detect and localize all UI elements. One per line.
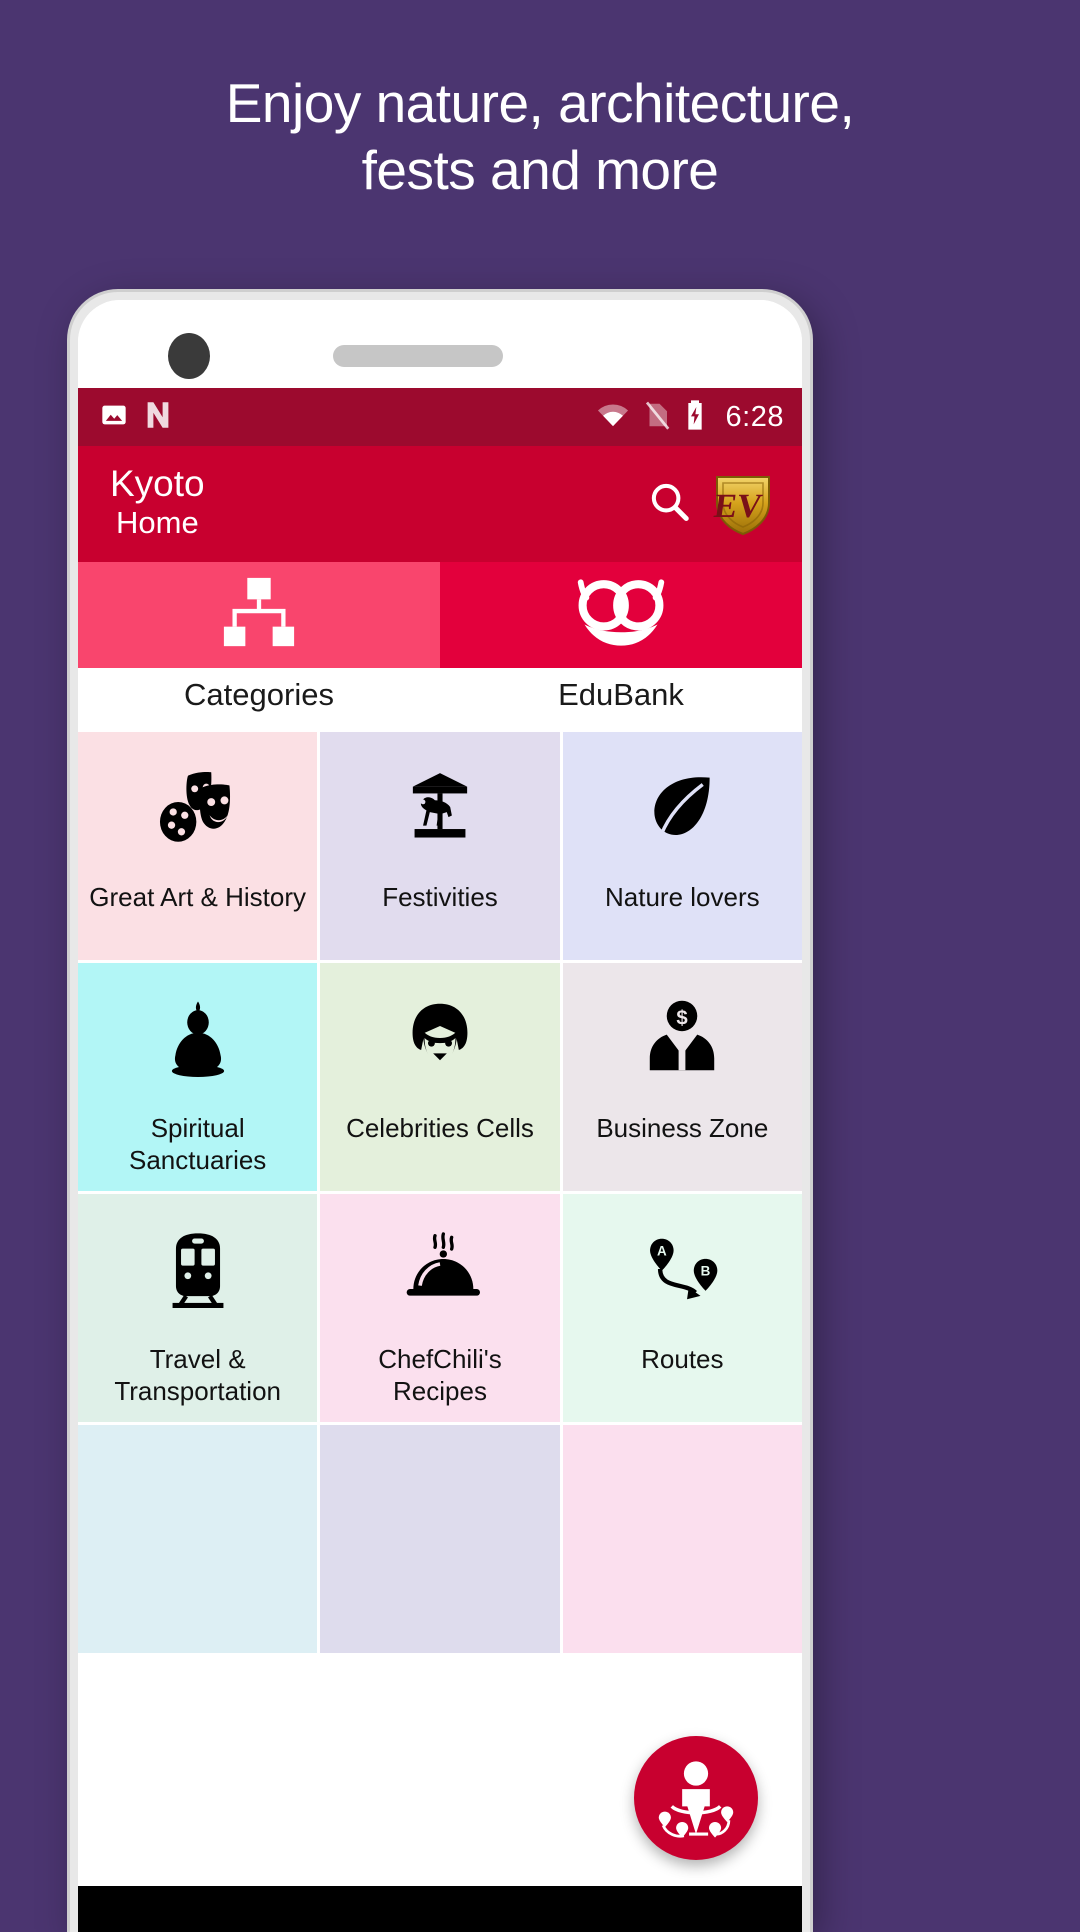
svg-text:A: A [657, 1244, 667, 1259]
app-screen: 6:28 Kyoto Home EV Categories EduBank Gr… [78, 388, 802, 1932]
search-button[interactable] [632, 467, 706, 541]
app-bar-titles: Kyoto Home [110, 463, 632, 543]
category-tile-routes[interactable]: A B Routes [562, 1194, 802, 1422]
category-tile-partial-3[interactable] [562, 1425, 802, 1653]
category-tile-travel-transportation[interactable]: Travel & Transportation [78, 1194, 318, 1422]
svg-text:$: $ [677, 1007, 689, 1029]
app-logo-button[interactable]: EV [706, 467, 780, 541]
train-icon [78, 1194, 317, 1344]
svg-text:EV: EV [712, 488, 765, 525]
nova-launcher-icon [144, 400, 172, 435]
category-label: Great Art & History [89, 882, 307, 912]
category-label: ChefChili's Recipes [378, 1344, 502, 1406]
food-dome-icon [320, 1194, 559, 1344]
carousel-icon [320, 732, 559, 882]
category-label: Celebrities Cells [346, 1113, 534, 1143]
battery-charging-icon [684, 399, 706, 436]
leaf-icon [563, 732, 802, 882]
category-tile-celebrities-cells[interactable]: Celebrities Cells [320, 963, 560, 1191]
app-bar-title: Kyoto [110, 463, 205, 505]
android-navigation-bar [78, 1886, 802, 1932]
category-label: Travel & Transportation [114, 1344, 281, 1406]
category-tile-partial-1[interactable] [78, 1425, 318, 1653]
category-label: Festivities [382, 882, 498, 912]
businessman-dollar-icon: $ [563, 963, 802, 1113]
wifi-icon [596, 401, 630, 434]
category-label: Spiritual Sanctuaries [129, 1113, 267, 1175]
category-tile-chefchilis-recipes[interactable]: ChefChili's Recipes [320, 1194, 560, 1422]
svg-text:B: B [701, 1264, 711, 1279]
category-tile-festivities[interactable]: Festivities [320, 732, 560, 960]
search-icon [646, 479, 692, 530]
category-tile-nature-lovers[interactable]: Nature lovers [562, 732, 802, 960]
theater-masks-palette-icon [78, 732, 317, 882]
app-bar-subtitle: Home [116, 505, 199, 541]
category-tile-partial-2[interactable] [320, 1425, 560, 1653]
promo-headline-line-2: fests and more [361, 139, 719, 202]
category-label: Business Zone [596, 1113, 769, 1143]
owl-icon [573, 576, 669, 655]
buddha-icon [78, 963, 317, 1113]
front-camera-icon [168, 333, 210, 379]
category-grid: Great Art & History Festivities Nature l… [78, 730, 802, 1653]
tab-label-categories[interactable]: Categories [78, 668, 440, 730]
app-bar: Kyoto Home EV [78, 446, 802, 562]
status-bar-clock: 6:28 [725, 400, 784, 433]
category-label: Routes [641, 1344, 724, 1374]
promo-headline-line-1: Enjoy nature, architecture, [225, 72, 855, 134]
status-bar-notifications [100, 400, 172, 435]
status-bar-system-icons: 6:28 [596, 399, 784, 436]
tab-label-row: Categories EduBank [78, 668, 802, 730]
nearby-places-fab[interactable] [634, 1736, 758, 1860]
tab-categories[interactable] [78, 562, 440, 668]
tab-edubank[interactable] [440, 562, 802, 668]
category-tile-great-art-history[interactable]: Great Art & History [78, 732, 318, 960]
image-icon [100, 401, 128, 434]
route-a-b-icon: A B [563, 1194, 802, 1344]
earpiece-speaker [333, 345, 503, 367]
celebrity-face-icon [320, 963, 559, 1113]
category-label: Nature lovers [605, 882, 760, 912]
person-with-location-pins-icon [651, 1751, 741, 1846]
category-tile-spiritual-sanctuaries[interactable]: Spiritual Sanctuaries [78, 963, 318, 1191]
category-tile-business-zone[interactable]: $ Business Zone [562, 963, 802, 1191]
status-bar: 6:28 [78, 388, 802, 446]
edu-visiting-logo-icon: EV [711, 471, 775, 537]
tab-strip [78, 562, 802, 668]
sim-off-icon [644, 400, 670, 435]
hierarchy-icon [216, 574, 302, 657]
tab-label-edubank[interactable]: EduBank [440, 668, 802, 730]
phone-mockup: 6:28 Kyoto Home EV Categories EduBank Gr… [70, 292, 810, 1932]
phone-top-bezel [78, 300, 802, 388]
phone-screen-container: 6:28 Kyoto Home EV Categories EduBank Gr… [78, 300, 802, 1932]
promo-headline: Enjoy nature, architecture, fests and mo… [0, 70, 1080, 204]
